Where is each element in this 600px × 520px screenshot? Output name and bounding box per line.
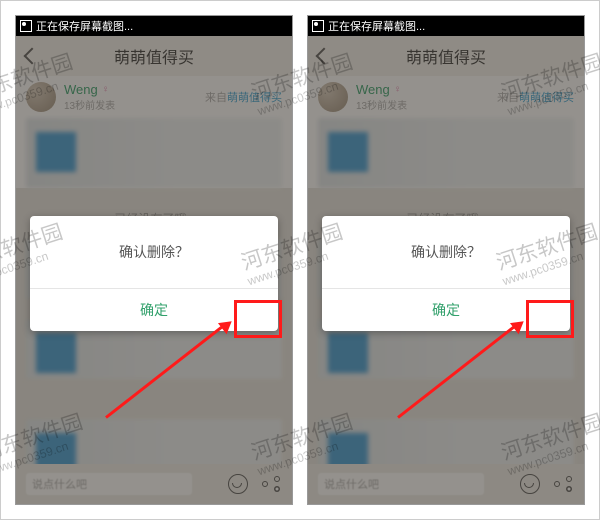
share-icon[interactable] xyxy=(554,474,572,492)
page-title: 萌萌值得买 xyxy=(114,44,194,68)
post-card: Weng ♀ 13秒前发表 来自萌萌值得买 xyxy=(308,76,584,188)
highlight-box xyxy=(526,300,574,338)
gender-icon: ♀ xyxy=(102,84,110,95)
from-label: 来自 xyxy=(205,92,227,104)
statusbar-text: 正在保存屏幕截图... xyxy=(328,18,425,34)
bottombar: 说点什么吧 xyxy=(308,464,584,504)
comment-input[interactable]: 说点什么吧 xyxy=(26,473,192,495)
avatar[interactable] xyxy=(26,82,56,112)
dialog-message: 确认删除？ xyxy=(30,216,278,288)
username[interactable]: Weng xyxy=(64,82,98,97)
from-app[interactable]: 萌萌值得买 xyxy=(227,92,282,104)
phone-screenshot-left: 正在保存屏幕截图... 萌萌值得买 Weng♀ 13秒前发表 来自萌萌值得买 已… xyxy=(15,15,293,505)
android-statusbar: 正在保存屏幕截图... xyxy=(16,16,292,36)
post-image[interactable] xyxy=(318,118,574,188)
emoji-icon[interactable] xyxy=(520,474,540,494)
back-icon[interactable] xyxy=(316,48,333,65)
post-timestamp: 13秒前发表 xyxy=(356,97,407,112)
from-app[interactable]: 萌萌值得买 xyxy=(519,92,574,104)
statusbar-text: 正在保存屏幕截图... xyxy=(36,18,133,34)
image-icon xyxy=(312,20,324,32)
phone-screenshot-right: 正在保存屏幕截图... 萌萌值得买 Weng♀ 13秒前发表 来自萌萌值得买 已… xyxy=(307,15,585,505)
back-icon[interactable] xyxy=(24,48,41,65)
share-icon[interactable] xyxy=(262,474,280,492)
post-image[interactable] xyxy=(26,118,282,188)
dialog-message: 确认删除？ xyxy=(322,216,570,288)
navbar: 萌萌值得买 xyxy=(308,36,584,76)
android-statusbar: 正在保存屏幕截图... xyxy=(308,16,584,36)
highlight-box xyxy=(234,300,282,338)
username[interactable]: Weng xyxy=(356,82,390,97)
post-timestamp: 13秒前发表 xyxy=(64,97,115,112)
comment-input[interactable]: 说点什么吧 xyxy=(318,473,484,495)
avatar[interactable] xyxy=(318,82,348,112)
post-card: Weng ♀ 13秒前发表 来自萌萌值得买 xyxy=(16,76,292,188)
image-icon xyxy=(20,20,32,32)
gender-icon: ♀ xyxy=(394,84,402,95)
page-title: 萌萌值得买 xyxy=(406,44,486,68)
navbar: 萌萌值得买 xyxy=(16,36,292,76)
from-label: 来自 xyxy=(497,92,519,104)
bottombar: 说点什么吧 xyxy=(16,464,292,504)
emoji-icon[interactable] xyxy=(228,474,248,494)
